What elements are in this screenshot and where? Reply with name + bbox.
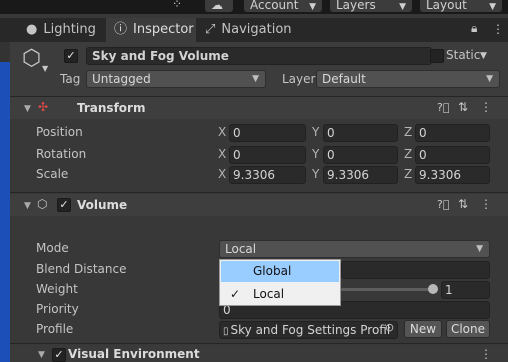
- scene-view-edge-top: [0, 42, 10, 62]
- position-label: Position: [36, 125, 83, 139]
- weight-slider-thumb[interactable]: [428, 284, 438, 294]
- scene-view-edge: [0, 42, 10, 362]
- mode-option-local[interactable]: ✓ Local: [221, 284, 339, 305]
- tab-lighting[interactable]: ● Lighting: [22, 18, 106, 42]
- tag-label: Tag: [60, 72, 81, 86]
- account-dropdown[interactable]: Account ▼: [244, 0, 322, 12]
- lightbulb-icon: ●: [26, 22, 38, 37]
- axis-y-label[interactable]: Y: [312, 125, 319, 139]
- position-x-field[interactable]: 0: [229, 124, 306, 142]
- volume-cube-icon: ⬡: [37, 197, 48, 211]
- weight-label: Weight: [36, 282, 78, 296]
- visual-environment-title: Visual Environment: [68, 347, 200, 361]
- profile-object-field[interactable]: ▯ Sky and Fog Settings Profil: [219, 321, 398, 339]
- layer-label: Layer: [282, 72, 316, 86]
- profile-asset-icon: ▯: [223, 326, 229, 337]
- cloud-icon[interactable]: ⁘: [172, 0, 182, 11]
- axis-z-label[interactable]: Z: [404, 147, 412, 161]
- help-icon[interactable]: ?⃝: [437, 101, 449, 114]
- help-icon[interactable]: ?⃝: [437, 198, 449, 211]
- chevron-down-icon: ▼: [252, 74, 259, 84]
- foldout-arrow-icon[interactable]: ▼: [24, 104, 31, 114]
- weight-field[interactable]: 1: [441, 281, 490, 299]
- layers-dropdown[interactable]: Layers ▼: [330, 0, 412, 12]
- rotation-z-field[interactable]: 0: [415, 146, 490, 164]
- weight-slider-track[interactable]: [341, 288, 433, 291]
- kebab-menu-icon[interactable]: ⋮: [480, 197, 492, 211]
- volume-enabled-checkbox[interactable]: ✓: [57, 198, 71, 212]
- chevron-down-icon[interactable]: ▼: [480, 51, 487, 61]
- tab-bar: ● Lighting ⓘ Inspector ⤢ Navigation 🔒︎ ⋮: [0, 18, 508, 42]
- checkmark-icon: ✓: [230, 287, 241, 301]
- top-toolbar: ⁘ ☁ Account ▼ Layers ▼ Layout ▼: [0, 0, 508, 14]
- axis-y-label[interactable]: Y: [312, 147, 319, 161]
- mode-popup-menu: Global ✓ Local: [219, 259, 341, 306]
- static-checkbox[interactable]: [430, 49, 444, 63]
- visual-environment-checkbox[interactable]: ✓: [52, 348, 66, 362]
- preset-sliders-icon[interactable]: ⇅: [458, 197, 468, 211]
- kebab-menu-icon[interactable]: ⋮: [480, 100, 492, 114]
- chevron-down-icon: ▼: [486, 74, 493, 84]
- mode-label: Mode: [36, 241, 69, 255]
- static-label: Static: [446, 48, 481, 62]
- mode-option-global[interactable]: Global: [221, 261, 339, 282]
- foldout-arrow-icon[interactable]: ▼: [24, 201, 31, 211]
- volume-title: Volume: [77, 198, 128, 212]
- priority-label: Priority: [36, 302, 79, 316]
- axis-x-label[interactable]: X: [218, 125, 226, 139]
- rotation-label: Rotation: [36, 147, 87, 161]
- foldout-arrow-icon[interactable]: ▼: [38, 350, 45, 360]
- chevron-down-icon: ▼: [399, 2, 406, 12]
- rotation-x-field[interactable]: 0: [229, 146, 306, 164]
- blend-distance-field[interactable]: [341, 261, 490, 279]
- position-z-field[interactable]: 0: [415, 124, 490, 142]
- layout-dropdown[interactable]: Layout ▼: [420, 0, 502, 12]
- kebab-menu-icon[interactable]: ⋮: [480, 347, 492, 361]
- chevron-down-icon: ▼: [489, 2, 496, 12]
- preset-sliders-icon[interactable]: ⇅: [458, 100, 468, 114]
- tab-inspector[interactable]: ⓘ Inspector: [106, 18, 196, 42]
- object-picker-icon[interactable]: ⊙: [385, 321, 394, 334]
- clone-profile-button[interactable]: Clone: [446, 320, 490, 338]
- gameobject-cube-icon: ⬡: [22, 46, 42, 71]
- scale-z-field[interactable]: 9.3306: [415, 166, 490, 184]
- axis-z-label[interactable]: Z: [404, 125, 412, 139]
- object-active-checkbox[interactable]: ✓: [64, 49, 78, 63]
- cloud-icon: ☁: [211, 0, 223, 12]
- layer-dropdown[interactable]: Default ▼: [316, 70, 500, 88]
- lock-icon[interactable]: 🔒︎: [471, 21, 477, 36]
- mode-dropdown[interactable]: Local ▼: [219, 240, 490, 258]
- navigation-icon: ⤢: [205, 22, 216, 37]
- object-header: ⬡ ▼ ✓ Sky and Fog Volume Static ▼ Tag Un…: [10, 42, 508, 96]
- scale-x-field[interactable]: 9.3306: [229, 166, 306, 184]
- chevron-down-icon: ▼: [476, 244, 483, 254]
- tab-navigation[interactable]: ⤢ Navigation: [205, 18, 305, 42]
- transform-axes-icon: ✣: [38, 100, 49, 114]
- blend-distance-label: Blend Distance: [36, 262, 127, 276]
- axis-x-label[interactable]: X: [218, 167, 226, 181]
- divider: [10, 343, 508, 344]
- profile-label: Profile: [36, 322, 74, 336]
- chevron-down-icon[interactable]: ▼: [42, 64, 48, 73]
- new-profile-button[interactable]: New: [404, 320, 442, 338]
- kebab-menu-icon[interactable]: ⋮: [492, 22, 504, 36]
- position-y-field[interactable]: 0: [323, 124, 398, 142]
- info-icon: ⓘ: [114, 22, 128, 37]
- scale-y-field[interactable]: 9.3306: [323, 166, 398, 184]
- tag-dropdown[interactable]: Untagged ▼: [86, 70, 266, 88]
- scale-label: Scale: [36, 167, 69, 181]
- chevron-down-icon: ▼: [309, 2, 316, 12]
- axis-y-label[interactable]: Y: [312, 167, 319, 181]
- divider: [10, 192, 508, 193]
- transform-title: Transform: [77, 101, 146, 115]
- axis-x-label[interactable]: X: [218, 147, 226, 161]
- collab-button[interactable]: ☁: [205, 0, 233, 12]
- object-name-field[interactable]: Sky and Fog Volume: [86, 47, 432, 65]
- rotation-y-field[interactable]: 0: [323, 146, 398, 164]
- axis-z-label[interactable]: Z: [404, 167, 412, 181]
